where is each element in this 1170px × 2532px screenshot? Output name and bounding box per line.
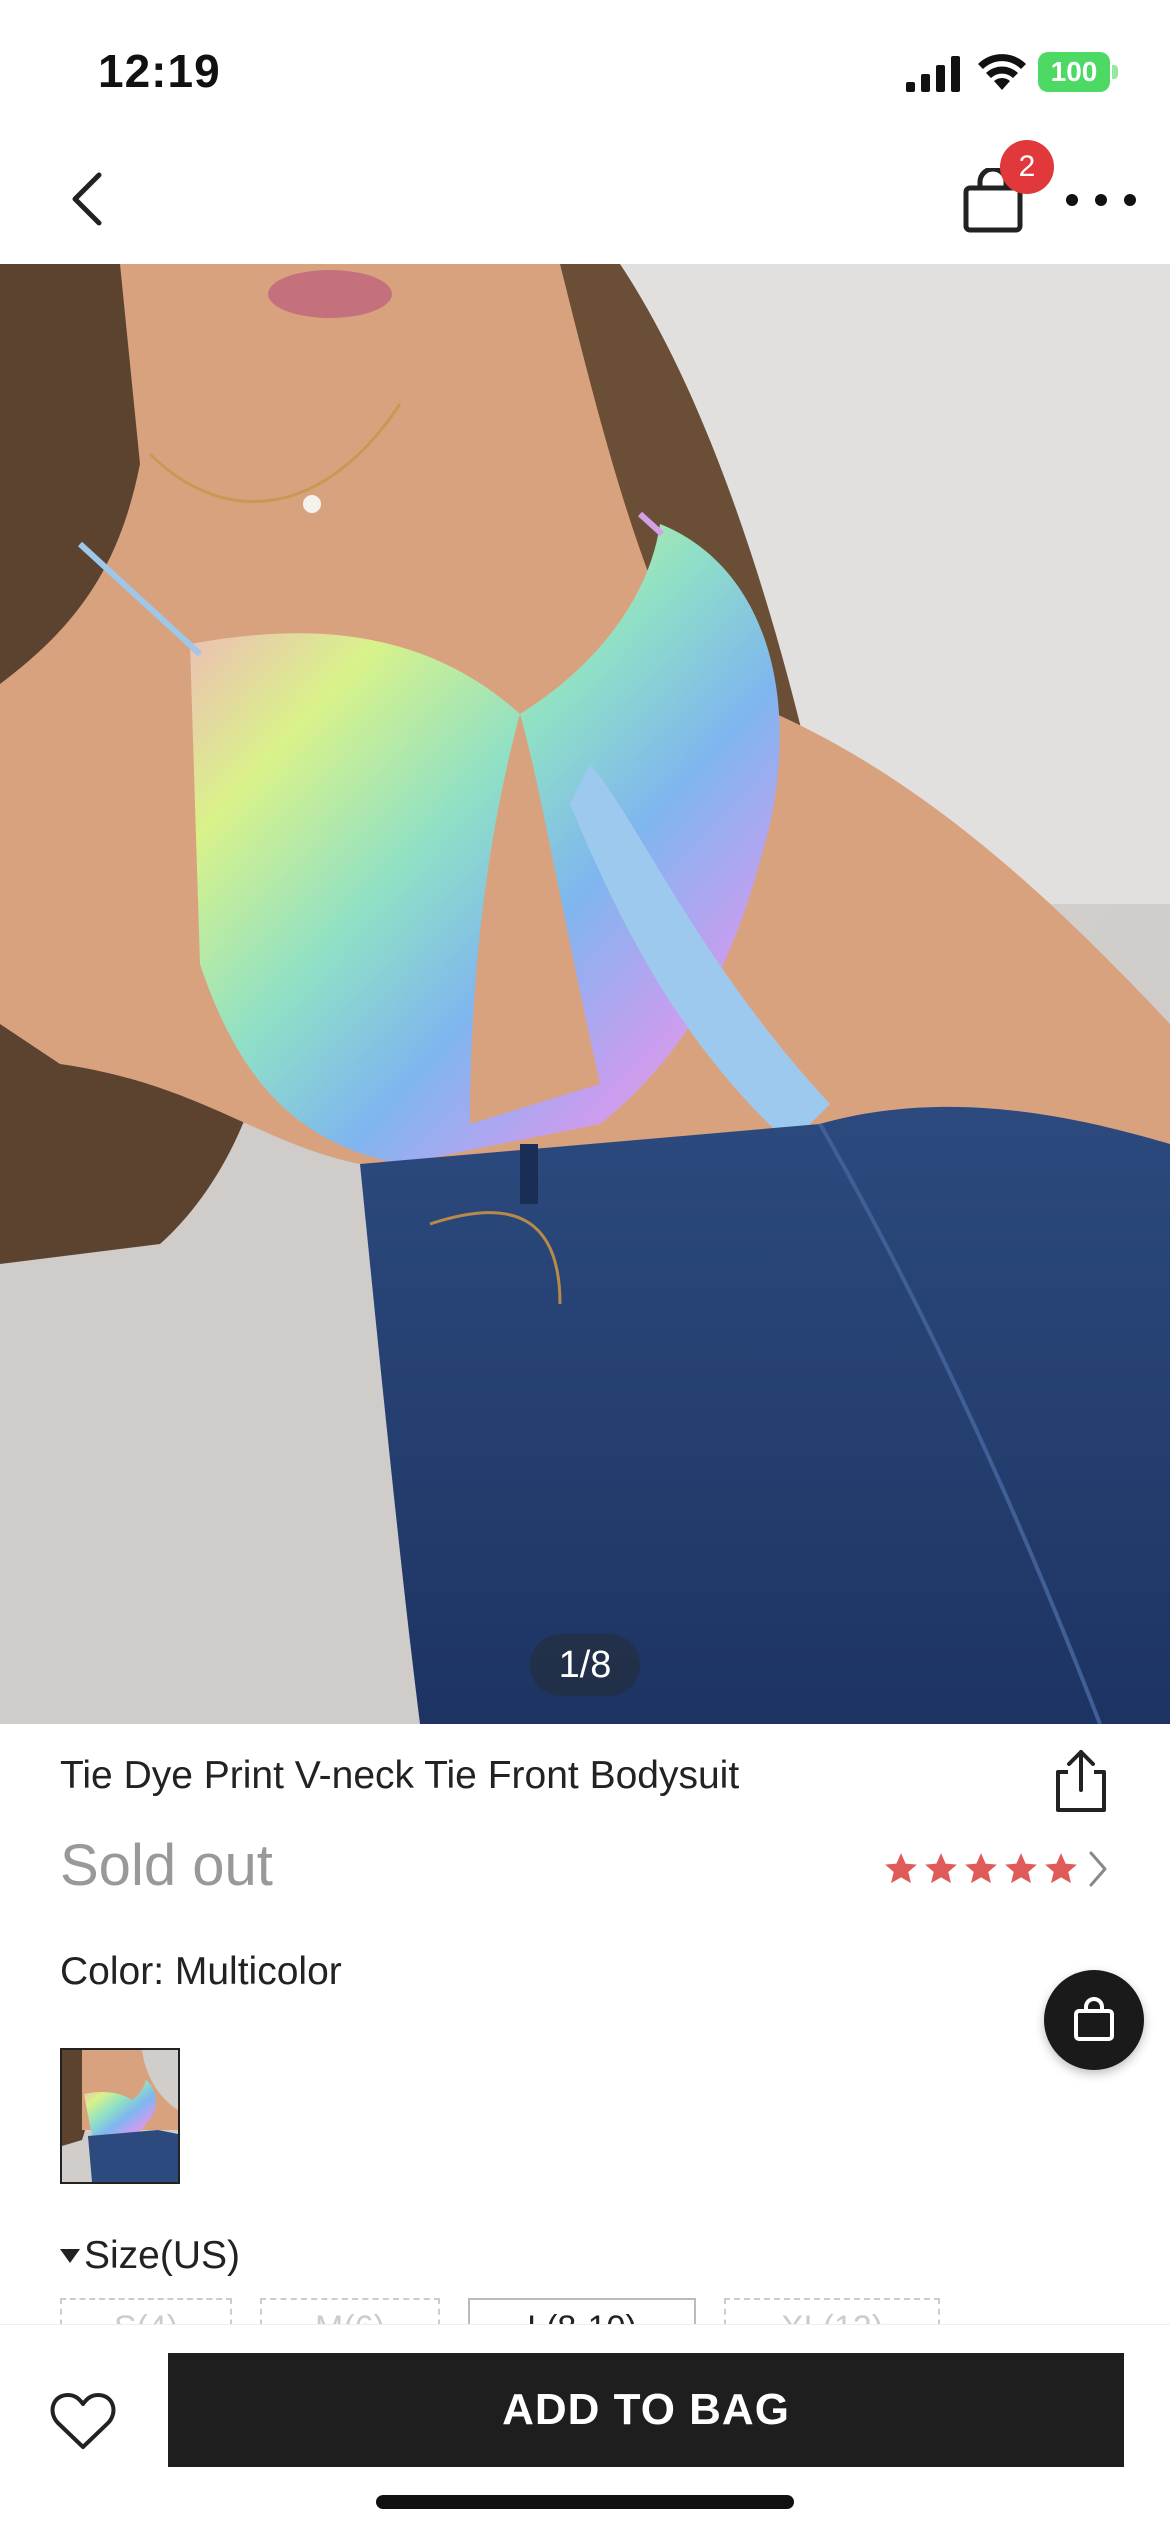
nav-bar: 2 — [0, 140, 1170, 264]
more-options-button[interactable] — [1066, 170, 1136, 230]
size-label: Size(US) — [84, 2234, 241, 2277]
shopping-bag-icon — [1074, 1997, 1114, 2041]
color-label: Color: Multicolor — [60, 1950, 342, 1993]
wishlist-button[interactable] — [50, 2391, 116, 2451]
product-image-carousel[interactable]: 1/8 — [0, 264, 1170, 1724]
status-bar: 12:19 100 — [0, 0, 1170, 140]
chevron-right-icon — [1089, 1851, 1107, 1887]
chevron-left-icon — [72, 172, 102, 226]
star-icon — [925, 1853, 957, 1884]
dot-icon — [1124, 194, 1136, 206]
home-indicator[interactable] — [376, 2495, 794, 2509]
size-options: S(4) M(6) L(8-10) XL(12) — [60, 2298, 1120, 2324]
floating-cart-button[interactable] — [1044, 1970, 1144, 2070]
size-section-toggle[interactable]: Size(US) — [60, 2234, 240, 2278]
star-icon — [1005, 1853, 1037, 1884]
size-option-l[interactable]: L(8-10) — [468, 2298, 696, 2324]
share-button[interactable] — [1050, 1748, 1112, 1814]
size-option-s[interactable]: S(4) — [60, 2298, 232, 2324]
status-time: 12:19 — [98, 45, 221, 97]
wifi-icon — [978, 54, 1026, 90]
battery-level: 100 — [1038, 52, 1110, 92]
heart-icon — [50, 2393, 116, 2449]
size-option-xl[interactable]: XL(12) — [724, 2298, 940, 2324]
cart-count-badge: 2 — [1000, 140, 1054, 194]
swatch-thumbnail — [62, 2050, 178, 2182]
dot-icon — [1066, 194, 1078, 206]
product-photo — [0, 264, 1170, 1724]
signal-icon — [906, 56, 960, 92]
battery-icon: 100 — [1038, 52, 1118, 92]
back-button[interactable] — [56, 154, 116, 244]
star-icon — [885, 1853, 917, 1884]
sold-out-status: Sold out — [60, 1833, 273, 1898]
rating-stars[interactable] — [882, 1846, 1108, 1892]
star-icon — [1045, 1853, 1077, 1884]
add-to-bag-button[interactable]: ADD TO BAG — [168, 2353, 1124, 2467]
product-title: Tie Dye Print V-neck Tie Front Bodysuit — [60, 1754, 740, 1797]
image-counter: 1/8 — [530, 1634, 640, 1696]
caret-down-icon — [60, 2249, 80, 2263]
star-icon — [965, 1853, 997, 1884]
bottom-action-bar: ADD TO BAG — [0, 2324, 1170, 2532]
size-option-m[interactable]: M(6) — [260, 2298, 440, 2324]
share-icon — [1056, 1750, 1106, 1812]
cart-button[interactable]: 2 — [956, 140, 1054, 248]
dot-icon — [1095, 194, 1107, 206]
color-swatch-multicolor[interactable] — [60, 2048, 180, 2184]
